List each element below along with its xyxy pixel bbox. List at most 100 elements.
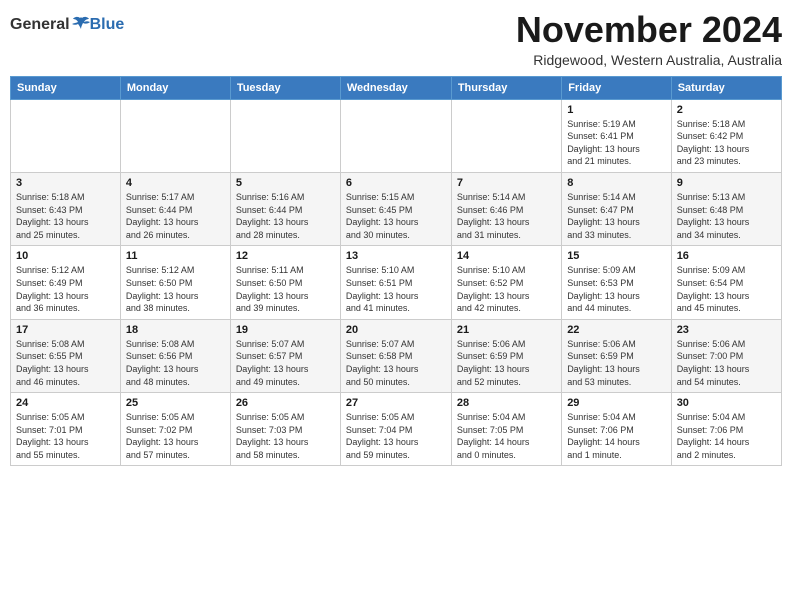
calendar-week-row: 1 Sunrise: 5:19 AMSunset: 6:41 PMDaylight…: [11, 99, 782, 172]
day-info: Sunrise: 5:14 AMSunset: 6:46 PMDaylight:…: [457, 191, 556, 241]
day-info: Sunrise: 5:13 AMSunset: 6:48 PMDaylight:…: [677, 191, 776, 241]
table-row: 29 Sunrise: 5:04 AMSunset: 7:06 PMDayligh…: [562, 393, 672, 466]
day-info: Sunrise: 5:06 AMSunset: 6:59 PMDaylight:…: [567, 338, 666, 388]
day-number: 2: [677, 104, 776, 116]
day-info: Sunrise: 5:06 AMSunset: 6:59 PMDaylight:…: [457, 338, 556, 388]
day-number: 1: [567, 104, 666, 116]
table-row: 23 Sunrise: 5:06 AMSunset: 7:00 PMDayligh…: [671, 319, 781, 392]
day-info: Sunrise: 5:10 AMSunset: 6:52 PMDaylight:…: [457, 264, 556, 314]
calendar-header-friday: Friday: [562, 76, 672, 99]
day-number: 15: [567, 250, 666, 262]
day-info: Sunrise: 5:05 AMSunset: 7:01 PMDaylight:…: [16, 411, 115, 461]
day-info: Sunrise: 5:06 AMSunset: 7:00 PMDaylight:…: [677, 338, 776, 388]
day-info: Sunrise: 5:10 AMSunset: 6:51 PMDaylight:…: [346, 264, 446, 314]
day-info: Sunrise: 5:04 AMSunset: 7:06 PMDaylight:…: [567, 411, 666, 461]
table-row: [230, 99, 340, 172]
logo: General Blue: [10, 16, 124, 34]
table-row: 16 Sunrise: 5:09 AMSunset: 6:54 PMDayligh…: [671, 246, 781, 319]
day-number: 10: [16, 250, 115, 262]
table-row: 15 Sunrise: 5:09 AMSunset: 6:53 PMDayligh…: [562, 246, 672, 319]
table-row: 9 Sunrise: 5:13 AMSunset: 6:48 PMDaylight…: [671, 172, 781, 245]
calendar-week-row: 17Sunrise: 5:08 AMSunset: 6:55 PMDayligh…: [11, 319, 782, 392]
day-number: 23: [677, 324, 776, 336]
table-row: 20Sunrise: 5:07 AMSunset: 6:58 PMDayligh…: [340, 319, 451, 392]
day-number: 29: [567, 397, 666, 409]
day-number: 19: [236, 324, 335, 336]
day-info: Sunrise: 5:05 AMSunset: 7:02 PMDaylight:…: [126, 411, 225, 461]
day-number: 18: [126, 324, 225, 336]
table-row: 10 Sunrise: 5:12 AMSunset: 6:49 PMDayligh…: [11, 246, 121, 319]
table-row: [11, 99, 121, 172]
day-number: 14: [457, 250, 556, 262]
table-row: 28 Sunrise: 5:04 AMSunset: 7:05 PMDayligh…: [451, 393, 561, 466]
logo-blue-text: Blue: [90, 16, 125, 34]
day-number: 13: [346, 250, 446, 262]
day-info: Sunrise: 5:09 AMSunset: 6:53 PMDaylight:…: [567, 264, 666, 314]
table-row: [120, 99, 230, 172]
table-row: 18 Sunrise: 5:08 AMSunset: 6:56 PMDayligh…: [120, 319, 230, 392]
table-row: 27 Sunrise: 5:05 AMSunset: 7:04 PMDayligh…: [340, 393, 451, 466]
table-row: 2 Sunrise: 5:18 AMSunset: 6:42 PMDaylight…: [671, 99, 781, 172]
day-info: Sunrise: 5:18 AMSunset: 6:42 PMDaylight:…: [677, 118, 776, 168]
day-number: 21: [457, 324, 556, 336]
day-number: 5: [236, 177, 335, 189]
day-number: 11: [126, 250, 225, 262]
table-row: 19 Sunrise: 5:07 AMSunset: 6:57 PMDayligh…: [230, 319, 340, 392]
day-info: Sunrise: 5:12 AMSunset: 6:49 PMDaylight:…: [16, 264, 115, 314]
day-number: 9: [677, 177, 776, 189]
day-info: Sunrise: 5:05 AMSunset: 7:04 PMDaylight:…: [346, 411, 446, 461]
calendar-header-saturday: Saturday: [671, 76, 781, 99]
day-number: 24: [16, 397, 115, 409]
month-title: November 2024: [516, 10, 782, 50]
day-number: 25: [126, 397, 225, 409]
table-row: 1 Sunrise: 5:19 AMSunset: 6:41 PMDaylight…: [562, 99, 672, 172]
logo-bird-icon: [72, 16, 90, 32]
calendar-table: SundayMondayTuesdayWednesdayThursdayFrid…: [10, 76, 782, 467]
title-area: November 2024 Ridgewood, Western Austral…: [516, 10, 782, 68]
day-number: 30: [677, 397, 776, 409]
calendar-header-row: SundayMondayTuesdayWednesdayThursdayFrid…: [11, 76, 782, 99]
calendar-header-sunday: Sunday: [11, 76, 121, 99]
table-row: 4 Sunrise: 5:17 AMSunset: 6:44 PMDaylight…: [120, 172, 230, 245]
day-info: Sunrise: 5:08 AMSunset: 6:55 PMDaylight:…: [16, 338, 115, 388]
table-row: 14 Sunrise: 5:10 AMSunset: 6:52 PMDayligh…: [451, 246, 561, 319]
calendar-header-tuesday: Tuesday: [230, 76, 340, 99]
calendar-week-row: 24 Sunrise: 5:05 AMSunset: 7:01 PMDayligh…: [11, 393, 782, 466]
table-row: 17Sunrise: 5:08 AMSunset: 6:55 PMDayligh…: [11, 319, 121, 392]
day-number: 28: [457, 397, 556, 409]
table-row: 6Sunrise: 5:15 AMSunset: 6:45 PMDaylight…: [340, 172, 451, 245]
day-number: 12: [236, 250, 335, 262]
table-row: 12Sunrise: 5:11 AMSunset: 6:50 PMDayligh…: [230, 246, 340, 319]
day-number: 8: [567, 177, 666, 189]
day-info: Sunrise: 5:18 AMSunset: 6:43 PMDaylight:…: [16, 191, 115, 241]
table-row: 24 Sunrise: 5:05 AMSunset: 7:01 PMDayligh…: [11, 393, 121, 466]
day-info: Sunrise: 5:09 AMSunset: 6:54 PMDaylight:…: [677, 264, 776, 314]
location-text: Ridgewood, Western Australia, Australia: [516, 52, 782, 68]
day-number: 16: [677, 250, 776, 262]
day-info: Sunrise: 5:04 AMSunset: 7:06 PMDaylight:…: [677, 411, 776, 461]
day-info: Sunrise: 5:08 AMSunset: 6:56 PMDaylight:…: [126, 338, 225, 388]
table-row: 25 Sunrise: 5:05 AMSunset: 7:02 PMDayligh…: [120, 393, 230, 466]
table-row: 30 Sunrise: 5:04 AMSunset: 7:06 PMDayligh…: [671, 393, 781, 466]
day-info: Sunrise: 5:07 AMSunset: 6:57 PMDaylight:…: [236, 338, 335, 388]
table-row: 5Sunrise: 5:16 AMSunset: 6:44 PMDaylight…: [230, 172, 340, 245]
day-info: Sunrise: 5:17 AMSunset: 6:44 PMDaylight:…: [126, 191, 225, 241]
day-number: 4: [126, 177, 225, 189]
calendar-header-wednesday: Wednesday: [340, 76, 451, 99]
day-info: Sunrise: 5:07 AMSunset: 6:58 PMDaylight:…: [346, 338, 446, 388]
table-row: 21 Sunrise: 5:06 AMSunset: 6:59 PMDayligh…: [451, 319, 561, 392]
table-row: 8 Sunrise: 5:14 AMSunset: 6:47 PMDaylight…: [562, 172, 672, 245]
day-info: Sunrise: 5:04 AMSunset: 7:05 PMDaylight:…: [457, 411, 556, 461]
day-number: 7: [457, 177, 556, 189]
day-number: 26: [236, 397, 335, 409]
table-row: 7 Sunrise: 5:14 AMSunset: 6:46 PMDaylight…: [451, 172, 561, 245]
day-number: 27: [346, 397, 446, 409]
day-info: Sunrise: 5:14 AMSunset: 6:47 PMDaylight:…: [567, 191, 666, 241]
table-row: 26 Sunrise: 5:05 AMSunset: 7:03 PMDayligh…: [230, 393, 340, 466]
day-info: Sunrise: 5:15 AMSunset: 6:45 PMDaylight:…: [346, 191, 446, 241]
day-info: Sunrise: 5:05 AMSunset: 7:03 PMDaylight:…: [236, 411, 335, 461]
day-info: Sunrise: 5:19 AMSunset: 6:41 PMDaylight:…: [567, 118, 666, 168]
page-header: General Blue November 2024 Ridgewood, We…: [10, 10, 782, 68]
table-row: 11Sunrise: 5:12 AMSunset: 6:50 PMDayligh…: [120, 246, 230, 319]
day-number: 22: [567, 324, 666, 336]
